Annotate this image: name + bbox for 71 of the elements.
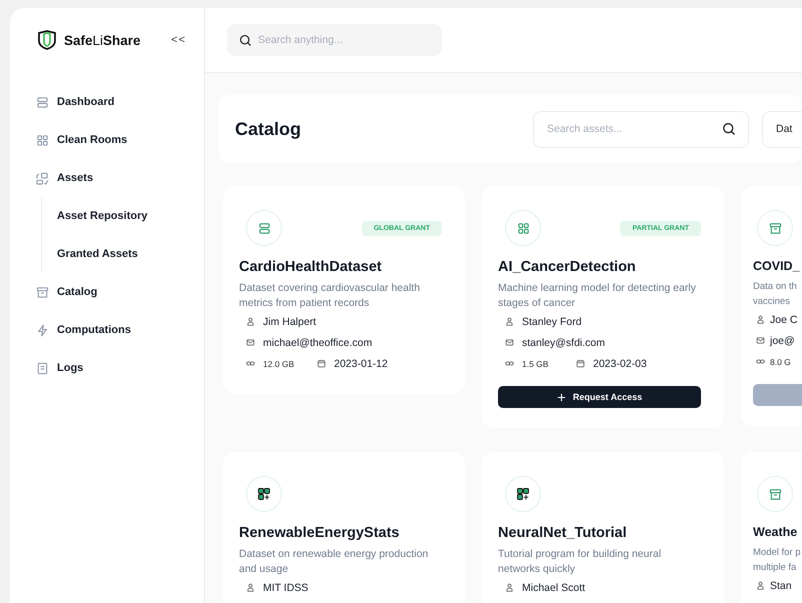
page-title: Catalog — [235, 118, 302, 140]
global-search-field[interactable]: Search anything... — [227, 24, 442, 56]
archive-icon — [768, 488, 782, 500]
mail-icon — [756, 336, 765, 345]
user-icon — [505, 583, 514, 592]
sidebar-item[interactable]: Dashboard — [36, 83, 204, 121]
user-icon — [756, 581, 765, 590]
calendar-icon — [317, 359, 326, 368]
stack-icon — [258, 222, 270, 234]
asset-description: Machine learning model for detecting early stages of cancer — [498, 281, 697, 311]
asset-size: 8.0 G — [770, 356, 791, 366]
asset-size: 12.0 GB — [263, 358, 296, 368]
sidebar-item[interactable]: Computations — [36, 311, 204, 349]
lightning-icon — [36, 324, 49, 336]
date-filter-button[interactable]: Dat — [762, 110, 802, 148]
sidebar-item[interactable]: Logs — [36, 349, 204, 387]
plus-icon — [556, 392, 566, 402]
document-icon — [36, 362, 49, 374]
archive-icon — [36, 286, 49, 298]
owner-name: Michael Scott — [522, 582, 586, 594]
asset-description: Data on th vaccines — [753, 280, 798, 309]
search-icon — [239, 34, 252, 47]
asset-description: Dataset on renewable energy production and usage — [239, 547, 430, 577]
stack-icon — [36, 96, 49, 108]
apps-add-icon — [257, 487, 271, 501]
owner-email: stanley@sfdi.com — [522, 336, 606, 348]
archive-icon — [768, 222, 782, 234]
folders-icon — [36, 172, 49, 184]
brand-name: SafeLiShare — [64, 32, 141, 48]
mail-icon — [246, 338, 255, 347]
search-icon — [722, 122, 736, 136]
user-icon — [246, 583, 255, 592]
grid-icon — [516, 222, 530, 234]
owner-name: Jim Halpert — [263, 316, 316, 328]
owner-email: michael@theoffice.com — [263, 336, 372, 348]
asset-title: NeuralNet_Tutorial — [498, 525, 628, 541]
mail-icon — [505, 338, 514, 347]
asset-title: RenewableEnergyStats — [239, 525, 400, 541]
sidebar-item[interactable]: Clean Rooms — [36, 121, 204, 159]
collapse-sidebar-button[interactable]: << — [171, 34, 186, 46]
owner-name: Joe C — [770, 314, 798, 326]
asset-size: 1.5 GB — [522, 358, 550, 368]
asset-search-field[interactable]: Search assets... — [533, 110, 749, 148]
owner-name: Stanley Ford — [522, 316, 582, 328]
link-icon — [505, 359, 514, 368]
shield-logo-icon — [36, 30, 58, 50]
apps-add-icon — [516, 487, 530, 501]
user-icon — [756, 315, 765, 324]
asset-title: AI_CancerDetection — [498, 259, 637, 275]
owner-name: MIT IDSS — [263, 582, 308, 594]
grid-icon — [36, 134, 49, 146]
owner-email: joe@ — [770, 334, 795, 346]
user-icon — [505, 317, 514, 326]
user-icon — [246, 317, 255, 326]
asset-title: CardioHealthDataset — [239, 259, 383, 275]
asset-title: Weathe — [753, 525, 798, 539]
calendar-icon — [576, 359, 585, 368]
asset-description: Model for p multiple fa — [753, 546, 802, 575]
asset-date: 2023-02-03 — [593, 358, 647, 370]
sidebar-subitem[interactable]: Granted Assets — [42, 235, 204, 273]
asset-date: 2023-01-12 — [334, 358, 388, 370]
asset-title: COVID_ — [753, 259, 801, 273]
sidebar-item[interactable]: Catalog — [36, 273, 204, 311]
asset-description: Dataset covering cardiovascular health metrics from patient records — [239, 281, 421, 311]
sidebar-subitem[interactable]: Asset Repository — [42, 197, 204, 235]
link-icon — [246, 359, 255, 368]
owner-name: Stan — [770, 580, 792, 592]
asset-description: Tutorial program for building neural networks quickly — [498, 547, 662, 577]
request-access-button[interactable]: Request Access — [498, 386, 701, 408]
link-icon — [756, 357, 765, 366]
sidebar-item[interactable]: Assets — [36, 159, 204, 197]
